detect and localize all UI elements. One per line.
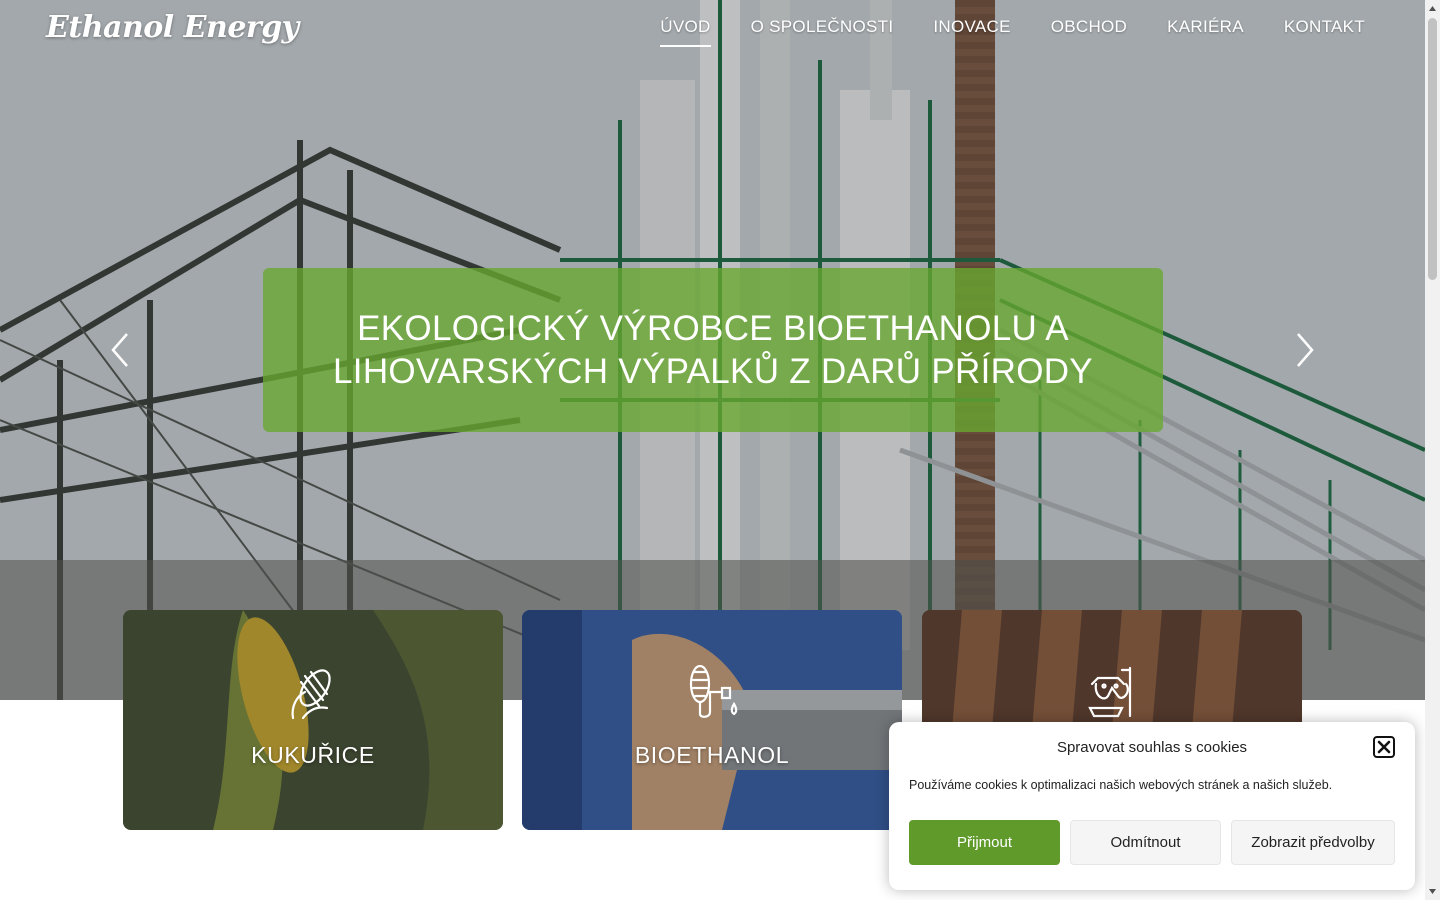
nav-item-uvod[interactable]: ÚVOD: [660, 17, 711, 47]
cookie-consent-dialog: Spravovat souhlas s cookies Používáme co…: [889, 722, 1415, 890]
cookie-accept-button[interactable]: Přijmout: [909, 820, 1060, 865]
nav-item-kontakt[interactable]: KONTAKT: [1284, 17, 1365, 47]
scrollbar-thumb[interactable]: [1428, 18, 1437, 280]
chevron-right-icon: [1297, 333, 1314, 367]
close-icon: [1373, 736, 1395, 758]
nav-item-kariera[interactable]: KARIÉRA: [1167, 17, 1244, 47]
logo[interactable]: Ethanol Energy: [46, 10, 299, 45]
page-scrollbar[interactable]: [1425, 0, 1440, 900]
corn-fuel-icon: [689, 664, 738, 718]
card-kukurice[interactable]: KUKUŘICE: [123, 610, 503, 830]
slider-prev-button[interactable]: [105, 330, 135, 370]
cattle-feed-icon: [1088, 666, 1132, 718]
card-label: BIOETHANOL: [634, 742, 790, 768]
scroll-down-arrow-icon[interactable]: [1428, 887, 1437, 896]
nav-item-o-spolecnosti[interactable]: O SPOLEČNOSTI: [751, 17, 894, 47]
scroll-up-arrow-icon[interactable]: [1428, 4, 1437, 13]
cookie-deny-button[interactable]: Odmítnout: [1070, 820, 1221, 865]
chevron-left-icon: [111, 333, 128, 367]
card-bioethanol[interactable]: BIOETHANOL: [522, 610, 902, 830]
cookie-title: Spravovat souhlas s cookies: [1056, 739, 1248, 756]
nav-item-inovace[interactable]: INOVACE: [933, 17, 1010, 47]
hero-caption: EKOLOGICKÝ VÝROBCE BIOETHANOLU A LIHOVAR…: [263, 268, 1163, 432]
nav-item-obchod[interactable]: OBCHOD: [1051, 17, 1127, 47]
cookie-close-button[interactable]: [1373, 736, 1395, 758]
main-nav: ÚVOD O SPOLEČNOSTI INOVACE OBCHOD KARIÉR…: [660, 17, 1365, 47]
card-label: KUKUŘICE: [251, 742, 375, 768]
cookie-preferences-button[interactable]: Zobrazit předvolby: [1231, 820, 1395, 865]
cookie-message: Používáme cookies k optimalizaci našich …: [909, 778, 1333, 792]
slider-next-button[interactable]: [1290, 330, 1320, 370]
corn-icon: [291, 669, 331, 720]
hero-headline: EKOLOGICKÝ VÝROBCE BIOETHANOLU A LIHOVAR…: [333, 309, 1093, 391]
